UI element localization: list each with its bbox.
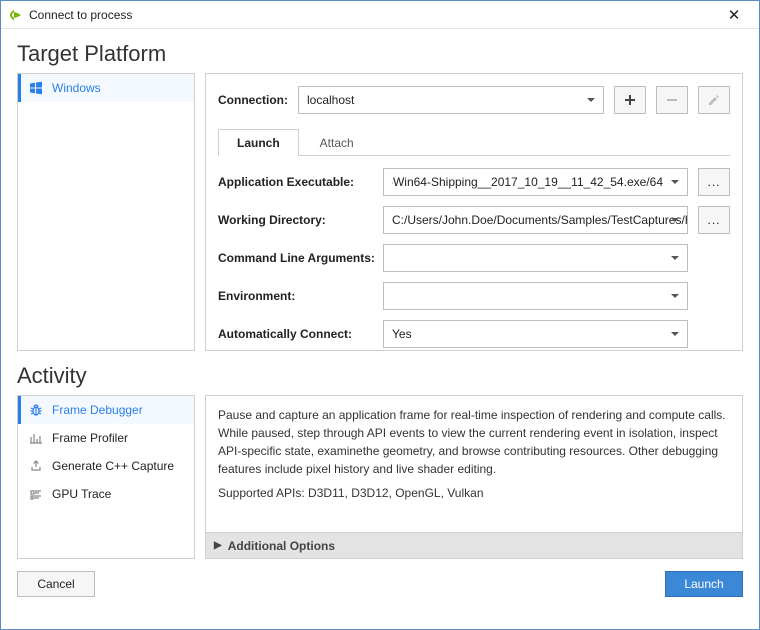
activity-list: Frame Debugger Frame Profiler Generate C… (17, 395, 195, 559)
platform-item-windows[interactable]: Windows (18, 74, 194, 102)
bug-icon (28, 403, 44, 417)
edit-connection-button[interactable] (698, 86, 730, 114)
launch-form: Application Executable: 64/Release/Hellb… (218, 156, 730, 358)
chevron-right-icon: ▶ (214, 540, 222, 551)
section-heading-target-platform: Target Platform (17, 41, 743, 67)
remove-connection-button[interactable] (656, 86, 688, 114)
connection-combo[interactable]: localhost (298, 86, 604, 114)
work-dir-browse-button[interactable]: ... (698, 206, 730, 234)
activity-item-gpu-trace[interactable]: GPU Trace (18, 480, 194, 508)
connection-label: Connection: (218, 93, 288, 107)
add-connection-button[interactable] (614, 86, 646, 114)
app-exe-browse-button[interactable]: ... (698, 168, 730, 196)
activity-description-panel: Pause and capture an application frame f… (205, 395, 743, 559)
launch-button[interactable]: Launch (665, 571, 743, 597)
activity-item-frame-profiler[interactable]: Frame Profiler (18, 424, 194, 452)
cmd-args-label: Command Line Arguments: (218, 251, 373, 265)
cancel-button[interactable]: Cancel (17, 571, 95, 597)
close-button[interactable]: ✕ (717, 4, 751, 26)
cmd-args-combo[interactable] (383, 244, 688, 272)
bar-chart-icon (28, 431, 44, 445)
minus-icon (665, 93, 679, 107)
environment-combo[interactable] (383, 282, 688, 310)
auto-connect-label: Automatically Connect: (218, 327, 373, 341)
additional-options-expander[interactable]: ▶ Additional Options (206, 532, 742, 558)
app-exe-combo[interactable]: 64/Release/HellbladeGame-Win64-Shipping_… (383, 168, 688, 196)
activity-item-generate-cpp-capture[interactable]: Generate C++ Capture (18, 452, 194, 480)
connection-panel: Connection: localhost Launch Attach (205, 73, 743, 351)
activity-item-label: Generate C++ Capture (52, 459, 174, 473)
activity-item-label: GPU Trace (52, 487, 111, 501)
trace-icon (28, 487, 44, 501)
pencil-icon (707, 93, 721, 107)
auto-connect-combo[interactable]: Yes (383, 320, 688, 348)
window-title: Connect to process (29, 8, 717, 22)
work-dir-label: Working Directory: (218, 213, 373, 227)
dialog-body: Target Platform Windows Connection: loca… (1, 29, 759, 629)
title-bar: Connect to process ✕ (1, 1, 759, 29)
tab-attach[interactable]: Attach (301, 129, 373, 156)
plus-icon (623, 93, 637, 107)
platform-list: Windows (17, 73, 195, 351)
nvidia-logo-icon (9, 8, 23, 22)
launch-attach-tabs: Launch Attach (218, 128, 730, 156)
windows-icon (28, 81, 44, 95)
activity-item-frame-debugger[interactable]: Frame Debugger (18, 396, 194, 424)
activity-description: Pause and capture an application frame f… (206, 396, 742, 532)
platform-item-label: Windows (52, 81, 101, 95)
section-heading-activity: Activity (17, 363, 743, 389)
activity-item-label: Frame Profiler (52, 431, 128, 445)
dialog-footer: Cancel Launch (17, 571, 743, 597)
environment-label: Environment: (218, 289, 373, 303)
export-icon (28, 459, 44, 473)
work-dir-combo[interactable]: C:/Users/John.Doe/Documents/Samples/Test… (383, 206, 688, 234)
app-exe-label: Application Executable: (218, 175, 373, 189)
tab-launch[interactable]: Launch (218, 129, 299, 156)
activity-item-label: Frame Debugger (52, 403, 143, 417)
